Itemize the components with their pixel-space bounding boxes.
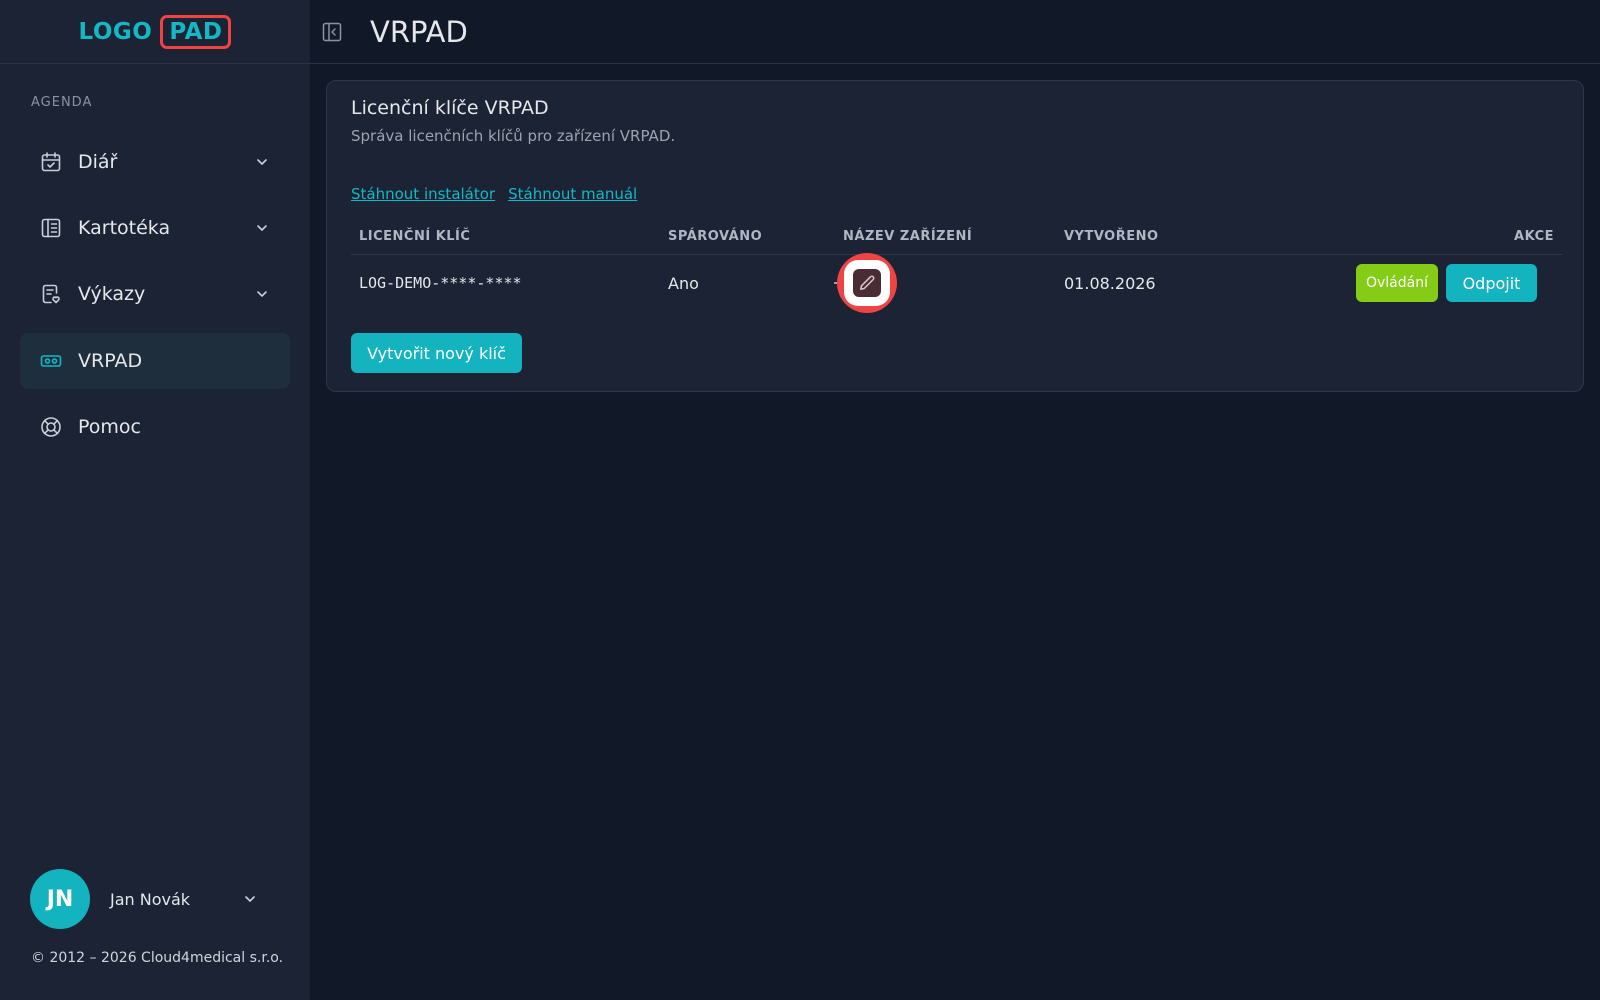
sidebar: LOGO PAD AGENDA Diář Kartotéka Výkazy VR…	[0, 0, 310, 1000]
chevron-down-icon	[254, 286, 270, 302]
edit-device-name-highlight	[837, 253, 897, 313]
control-button[interactable]: Ovládání	[1356, 264, 1438, 302]
sidebar-item-pomoc[interactable]: Pomoc	[20, 399, 290, 455]
sidebar-item-kartoteka[interactable]: Kartotéka	[20, 200, 290, 256]
user-name: Jan Novák	[110, 889, 191, 909]
calendar-check-icon	[38, 149, 64, 175]
sidebar-item-label: Diář	[78, 151, 118, 173]
license-key-cell: LOG-DEMO-****-****	[359, 274, 522, 292]
table-row: LOG-DEMO-****-**** Ano 01.08.2026 Ovládá…	[351, 253, 1562, 313]
logo-text: LOGO	[78, 18, 153, 45]
section-label: AGENDA	[31, 95, 93, 110]
chevron-down-icon	[254, 220, 270, 236]
column-header-key: LICENČNÍ KLÍČ	[359, 229, 471, 244]
pencil-icon	[860, 275, 875, 290]
chevron-down-icon	[254, 154, 270, 170]
sidebar-item-label: Pomoc	[78, 416, 141, 438]
sidebar-item-diar[interactable]: Diář	[20, 134, 290, 190]
sidebar-item-label: VRPAD	[78, 350, 143, 372]
disconnect-button[interactable]: Odpojit	[1446, 264, 1537, 302]
sidebar-item-label: Výkazy	[78, 283, 146, 305]
sidebar-item-label: Kartotéka	[78, 217, 171, 239]
chevron-down-icon	[242, 891, 258, 907]
lifebuoy-icon	[38, 414, 64, 440]
download-links: Stáhnout instalátor Stáhnout manuál	[351, 185, 637, 203]
column-header-actions: AKCE	[1514, 229, 1554, 244]
paired-cell: Ano	[668, 274, 699, 293]
vr-headset-icon	[38, 348, 64, 374]
header: VRPAD	[310, 0, 1600, 64]
column-header-device-name: NÁZEV ZAŘÍZENÍ	[843, 229, 973, 244]
copyright: © 2012 – 2026 Cloud4medical s.r.o.	[31, 950, 284, 966]
edit-device-name-button[interactable]	[853, 269, 881, 297]
logo-pad-text: PAD	[160, 14, 232, 49]
table-header: LICENČNÍ KLÍČ SPÁROVÁNO NÁZEV ZAŘÍZENÍ V…	[351, 221, 1562, 255]
create-new-key-button[interactable]: Vytvořit nový klíč	[351, 333, 522, 373]
column-header-paired: SPÁROVÁNO	[668, 229, 763, 244]
avatar: JN	[30, 869, 90, 929]
card-subtitle: Správa licenčních klíčů pro zařízení VRP…	[351, 127, 676, 145]
logo-bar: LOGO PAD	[0, 0, 310, 64]
sidebar-item-vykazy[interactable]: Výkazy	[20, 266, 290, 322]
logo[interactable]: LOGO PAD	[78, 14, 232, 49]
download-installer-link[interactable]: Stáhnout instalátor	[351, 185, 495, 203]
license-keys-card: Licenční klíče VRPAD Správa licenčních k…	[326, 80, 1584, 392]
edit-device-name-frame	[844, 260, 890, 306]
download-manual-link[interactable]: Stáhnout manuál	[508, 185, 637, 203]
page-title: VRPAD	[370, 14, 468, 49]
card-title: Licenční klíče VRPAD	[351, 97, 549, 119]
notebook-icon	[38, 215, 64, 241]
sidebar-item-vrpad[interactable]: VRPAD	[20, 333, 290, 389]
sidebar-collapse-icon[interactable]	[320, 20, 344, 44]
report-icon	[38, 281, 64, 307]
column-header-created: VYTVOŘENO	[1064, 229, 1159, 244]
license-table: LICENČNÍ KLÍČ SPÁROVÁNO NÁZEV ZAŘÍZENÍ V…	[351, 221, 1562, 313]
user-menu[interactable]: JN Jan Novák	[30, 869, 280, 929]
created-cell: 01.08.2026	[1064, 274, 1156, 293]
